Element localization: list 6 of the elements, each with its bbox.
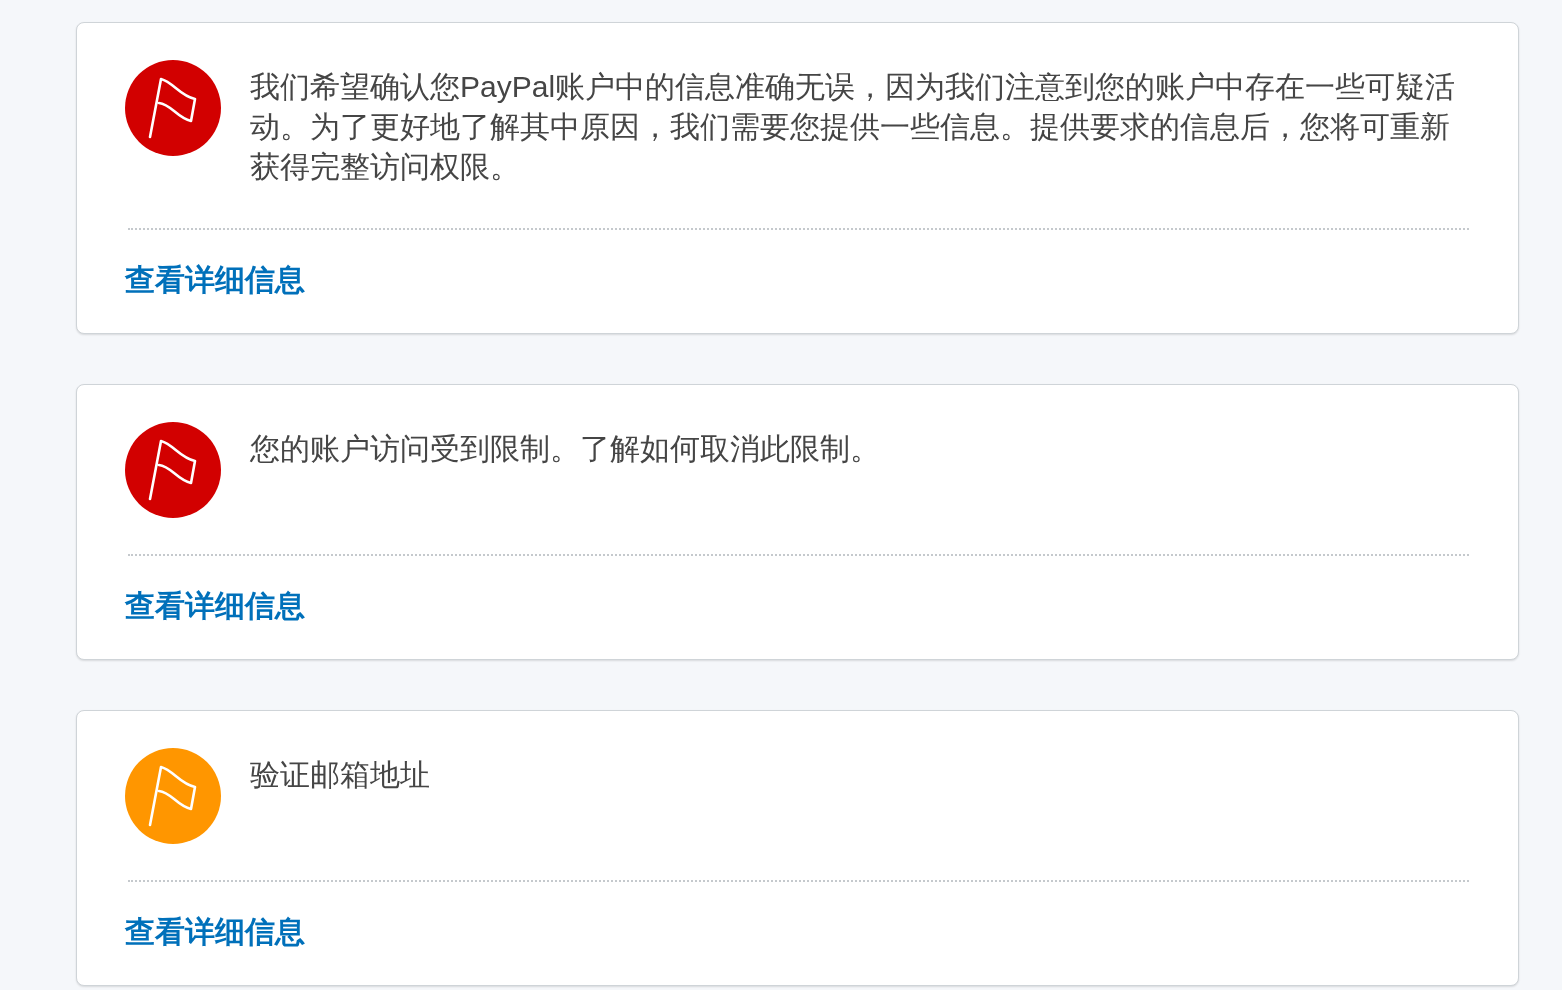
alert-message: 我们希望确认您PayPal账户中的信息准确无误，因为我们注意到您的账户中存在一些可疑活动。为了更好地了解其中原因，我们需要您提供一些信息。提供要求的信息后，您将可重新获得完整访问权限。 (250, 69, 1457, 185)
view-details-link[interactable]: 查看详细信息 (125, 586, 305, 626)
view-details-link[interactable]: 查看详细信息 (125, 912, 305, 952)
alert-message: 验证邮箱地址 (250, 757, 431, 793)
alert-message: 您的账户访问受到限制。了解如何取消此限制。 (250, 431, 881, 467)
view-details-link[interactable]: 查看详细信息 (125, 260, 305, 300)
